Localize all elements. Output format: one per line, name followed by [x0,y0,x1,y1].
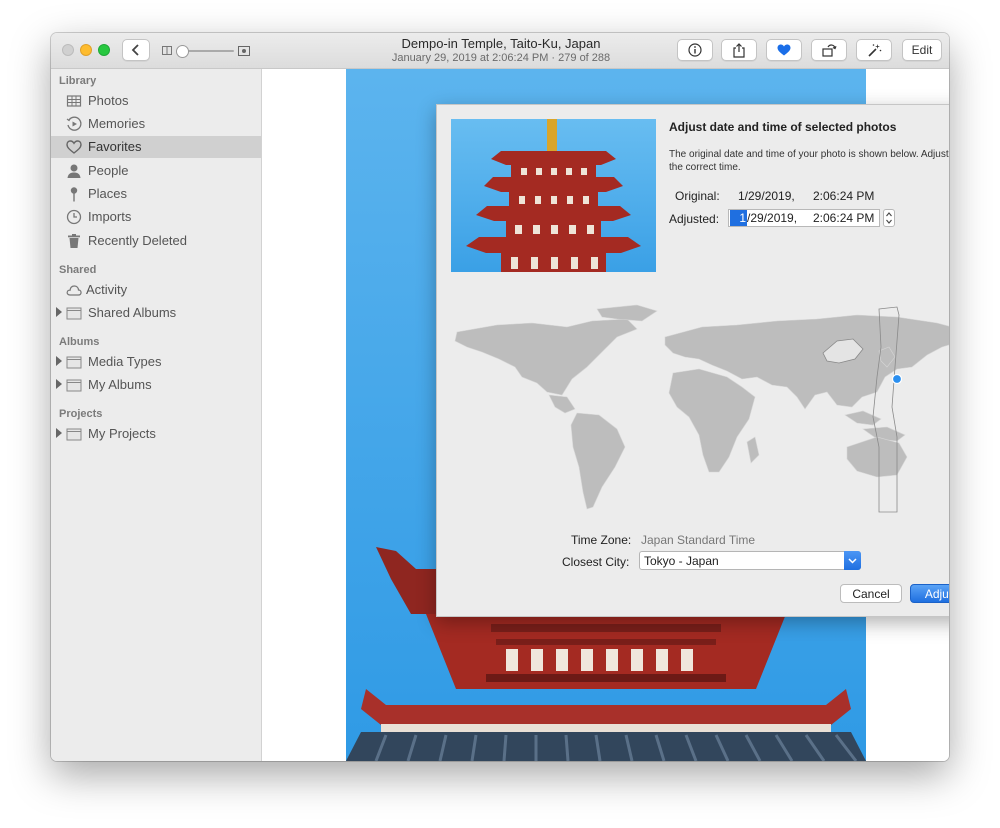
adjusted-time-segment[interactable]: 2:06:24 PM [813,210,874,226]
titlebar: Dempo-in Temple, Taito-Ku, Japan January… [51,33,949,69]
zoom-window-button[interactable] [98,44,110,56]
photo-viewer: Adjust date and time of selected photos … [262,69,949,761]
disclosure-triangle[interactable] [56,356,62,366]
sidebar-section-title: Library [59,75,97,87]
info-button[interactable] [677,39,713,61]
adjusted-date-time-field[interactable]: 1 /29/2019, 2:06:24 PM [728,209,880,227]
original-date: 1/29/2019, [738,189,795,203]
sidebar-item-favorites[interactable]: Favorites [51,136,261,158]
selected-photo-thumbnail [451,119,656,272]
cloud-icon [66,285,82,296]
sidebar-item-label: Media Types [88,354,162,369]
pagoda-thumbnail-image [466,119,641,272]
sidebar-item-label: Recently Deleted [88,233,187,248]
sidebar-item-shared-albums[interactable]: Shared Albums [51,302,261,324]
small-photo-icon [162,46,172,55]
sidebar-item-people[interactable]: People [51,160,261,182]
sidebar-item-label: Shared Albums [88,305,177,320]
closest-city-select[interactable]: Tokyo - Japan [639,551,861,570]
stepper-arrows-icon [886,212,892,224]
folder-icon [66,356,82,369]
zoom-slider-knob[interactable] [175,45,189,58]
sidebar-section-title: Albums [59,336,100,348]
adjust-button[interactable]: Adjust [910,584,949,603]
folder-icon [66,428,82,441]
sidebar-section-title: Shared [59,264,97,276]
pin-icon [70,187,78,202]
enhance-button[interactable] [856,39,892,61]
minimize-window-button[interactable] [80,44,92,56]
back-button[interactable] [122,39,150,61]
sidebar-item-label: My Projects [88,426,156,441]
sidebar-item-label: Activity [86,282,128,297]
sidebar-item-label: Imports [88,209,132,224]
sidebar-item-recently-deleted[interactable]: Recently Deleted [51,230,261,252]
sidebar-item-photos[interactable]: Photos [51,90,261,112]
favorite-button[interactable] [766,39,802,61]
closest-city-label: Closest City: [562,555,630,569]
folder-icon [66,307,82,320]
time-zone-world-map[interactable] [437,297,949,527]
person-icon [67,164,81,178]
original-time: 2:06:24 PM [813,189,875,203]
window-title: Dempo-in Temple, Taito-Ku, Japan [401,36,601,51]
heart-icon [777,44,791,56]
window-subtitle: January 29, 2019 at 2:06:24 PM · 279 of … [391,52,611,64]
sidebar-item-my-projects[interactable]: My Projects [51,423,261,445]
memories-icon [66,116,82,131]
close-window-button[interactable] [62,44,74,56]
sidebar-item-label: Places [88,186,128,201]
original-label: Original: [675,189,720,203]
sidebar-item-media-types[interactable]: Media Types [51,351,261,373]
disclosure-triangle[interactable] [56,307,62,317]
time-zone-label: Time Zone: [571,533,632,547]
dialog-title: Adjust date and time of selected photos [669,120,897,134]
cancel-button[interactable]: Cancel [840,584,902,603]
sidebar-item-activity[interactable]: Activity [51,279,261,301]
adjusted-label: Adjusted: [669,212,720,226]
tokyo-location-pin[interactable] [891,373,903,385]
photos-window: Dempo-in Temple, Taito-Ku, Japan January… [51,33,949,761]
time-zone-value: Japan Standard Time [641,533,756,547]
rotate-icon [821,44,837,57]
adjusted-date-segment[interactable]: /29/2019, [747,210,797,226]
magic-wand-icon [867,43,881,57]
sidebar-section-title: Projects [59,408,103,420]
adjust-date-time-dialog: Adjust date and time of selected photos … [436,104,949,617]
sidebar-item-label: Photos [88,93,129,108]
sidebar-item-label: Memories [88,116,146,131]
sidebar-item-memories[interactable]: Memories [51,113,261,135]
photos-icon [66,95,82,107]
dialog-description: The original date and time of your photo… [669,149,949,173]
sidebar: Library Photos Memories Favorites People… [51,69,262,761]
share-icon [733,42,745,58]
date-stepper[interactable] [883,209,895,227]
rotate-button[interactable] [811,39,847,61]
back-chevron-icon [131,44,139,56]
closest-city-value: Tokyo - Japan [644,554,719,568]
share-button[interactable] [721,39,757,61]
folder-icon [66,379,82,392]
info-icon [688,43,702,57]
adjusted-month-segment[interactable]: 1 [730,210,747,226]
trash-icon [68,234,80,248]
select-dropdown-button[interactable] [844,551,861,570]
sidebar-item-my-albums[interactable]: My Albums [51,374,261,396]
large-photo-icon [238,46,250,56]
sidebar-item-label: Favorites [88,139,142,154]
edit-button[interactable]: Edit [902,39,942,61]
sidebar-item-imports[interactable]: Imports [51,206,261,228]
chevron-down-icon [848,557,857,564]
heart-icon [66,140,82,154]
sidebar-item-places[interactable]: Places [51,183,261,205]
sidebar-item-label: People [88,163,129,178]
disclosure-triangle[interactable] [56,428,62,438]
sidebar-item-label: My Albums [88,377,152,392]
disclosure-triangle[interactable] [56,379,62,389]
clock-icon [66,209,82,225]
zoom-slider[interactable] [162,43,252,59]
